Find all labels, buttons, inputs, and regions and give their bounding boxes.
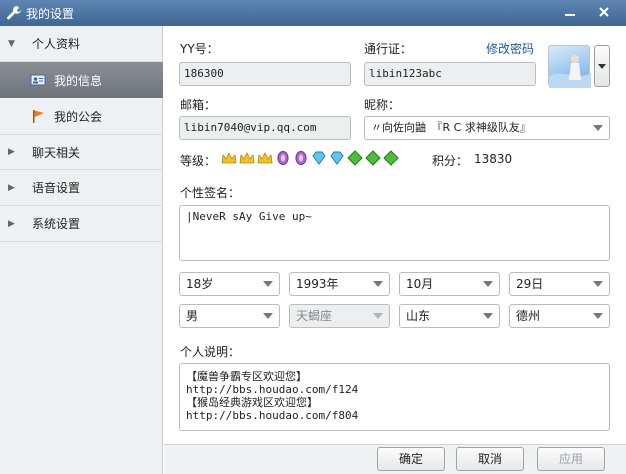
- close-button[interactable]: [594, 3, 614, 21]
- nickname-label: 昵称：: [364, 98, 401, 112]
- sidebar: ▼ 个人资料 我的信息 我的公会 ▶ 聊天相关 ▶ 语音设置 ▶ 系统设置: [0, 26, 163, 474]
- sidebar-group-system[interactable]: ▶ 系统设置: [0, 206, 163, 242]
- city-value: 德州: [516, 309, 541, 323]
- sidebar-item-my-guild[interactable]: 我的公会: [0, 98, 163, 134]
- collapsed-arrow-icon: ▶: [8, 147, 15, 157]
- minimize-icon: [565, 14, 575, 16]
- purple-gem-icon: [295, 151, 307, 165]
- flag-icon: [33, 110, 44, 123]
- crown-icon: [221, 152, 237, 164]
- birth-year-select[interactable]: 1993年: [289, 272, 390, 296]
- sidebar-group-label: 聊天相关: [32, 145, 81, 160]
- age-select[interactable]: 18岁: [179, 272, 280, 296]
- ok-button[interactable]: 确定: [377, 447, 445, 471]
- nickname-select[interactable]: 〃向佐向鼬 『R C 求神级队友』: [364, 116, 610, 140]
- cancel-button[interactable]: 取消: [456, 447, 524, 471]
- birth-month-select[interactable]: 10月: [399, 272, 500, 296]
- sidebar-group-label: 系统设置: [32, 217, 81, 231]
- level-badges: [221, 150, 399, 166]
- window-title: 我的设置: [26, 6, 75, 21]
- dropdown-arrow-icon: [483, 281, 493, 287]
- age-value: 18岁: [186, 277, 214, 291]
- wrench-icon: [7, 6, 21, 20]
- email-field[interactable]: libin7040@vip.qq.com: [179, 116, 351, 140]
- yy-number-field[interactable]: 186300: [179, 62, 351, 86]
- birth-day-select[interactable]: 29日: [509, 272, 610, 296]
- description-line: 【魔兽争霸专区欢迎您】: [186, 370, 307, 383]
- title-bar: 我的设置: [0, 0, 626, 26]
- green-leaf-icon: [365, 150, 381, 166]
- birth-year-value: 1993年: [296, 277, 339, 291]
- level-label: 等级：: [180, 154, 217, 168]
- sidebar-group-label: 语音设置: [32, 181, 81, 195]
- id-card-icon: [30, 74, 46, 86]
- gender-select[interactable]: 男: [179, 304, 280, 328]
- zodiac-select: 天蝎座: [289, 304, 390, 328]
- expanded-arrow-icon: ▼: [8, 38, 15, 49]
- crown-icon: [239, 152, 255, 164]
- avatar[interactable]: [548, 45, 591, 88]
- points-value: 13830: [474, 152, 513, 166]
- birth-month-value: 10月: [406, 277, 434, 291]
- signature-text: |NeveR sAy Give up~: [186, 210, 312, 223]
- sidebar-group-chat[interactable]: ▶ 聊天相关: [0, 134, 163, 170]
- sidebar-item-label: 我的公会: [54, 109, 103, 124]
- purple-gem-icon: [277, 151, 289, 165]
- description-input[interactable]: 【魔兽争霸专区欢迎您】 http://bbs.houdao.com/f124 【…: [179, 363, 610, 431]
- green-leaf-icon: [347, 150, 363, 166]
- sidebar-item-label: 我的信息: [54, 73, 103, 88]
- apply-button[interactable]: 应用: [537, 447, 605, 471]
- dropdown-arrow-icon: [483, 313, 493, 319]
- sidebar-group-label: 个人资料: [32, 37, 81, 51]
- passport-label: 通行证：: [364, 42, 413, 56]
- close-icon: [599, 7, 609, 17]
- dropdown-arrow-icon: [263, 313, 273, 319]
- gender-value: 男: [186, 309, 199, 323]
- avatar-menu-button[interactable]: [594, 45, 610, 87]
- description-line: http://bbs.houdao.com/f124: [186, 383, 359, 396]
- description-line: 【猴岛经典游戏区欢迎您】: [186, 396, 318, 409]
- dropdown-arrow-icon: [373, 281, 383, 287]
- points-label: 积分：: [432, 154, 469, 168]
- dropdown-arrow-icon: [593, 125, 603, 131]
- collapsed-arrow-icon: ▶: [8, 218, 15, 229]
- crown-icon: [257, 152, 273, 164]
- sidebar-group-voice[interactable]: ▶ 语音设置: [0, 170, 163, 206]
- dropdown-arrow-icon: [593, 313, 603, 319]
- nickname-value: 〃向佐向鼬 『R C 求神级队友』: [371, 121, 531, 134]
- zodiac-value: 天蝎座: [296, 309, 333, 323]
- signature-label: 个性签名：: [180, 186, 241, 200]
- change-password-link[interactable]: 修改密码: [486, 40, 534, 57]
- email-label: 邮箱：: [180, 98, 217, 112]
- collapsed-arrow-icon: ▶: [8, 182, 15, 193]
- signature-input[interactable]: |NeveR sAy Give up~: [179, 205, 610, 261]
- dropdown-arrow-icon: [263, 281, 273, 287]
- sidebar-item-my-info[interactable]: 我的信息: [0, 62, 163, 98]
- city-select[interactable]: 德州: [509, 304, 610, 328]
- dropdown-arrow-icon: [373, 313, 383, 319]
- minimize-button[interactable]: [560, 3, 580, 21]
- dropdown-arrow-icon: [593, 281, 603, 287]
- dropdown-arrow-icon: [598, 64, 606, 69]
- passport-field[interactable]: libin123abc: [364, 62, 536, 86]
- birth-day-value: 29日: [516, 277, 544, 291]
- yy-label: YY号：: [180, 42, 219, 56]
- province-select[interactable]: 山东: [399, 304, 500, 328]
- green-leaf-icon: [383, 150, 399, 166]
- province-value: 山东: [406, 309, 431, 323]
- diamond-icon: [330, 151, 344, 165]
- sidebar-group-profile[interactable]: ▼ 个人资料: [0, 26, 163, 62]
- description-label: 个人说明：: [180, 345, 241, 359]
- avatar-image-icon: [549, 55, 591, 88]
- description-line: http://bbs.houdao.com/f804: [186, 409, 359, 422]
- diamond-icon: [312, 151, 326, 165]
